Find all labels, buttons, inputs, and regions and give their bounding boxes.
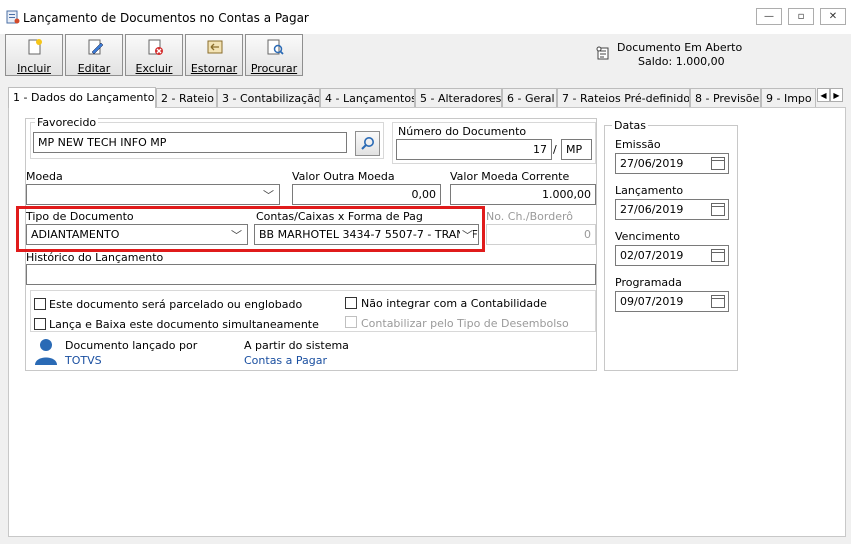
cheque-bordero-label: No. Ch./Borderô	[486, 210, 573, 223]
favorecido-search-button[interactable]	[355, 131, 380, 156]
excluir-label: Excluir	[135, 62, 173, 75]
tab-previsoes[interactable]: 8 - Previsões	[690, 88, 761, 107]
lancamento-value: 27/06/2019	[620, 203, 684, 216]
valor-outra-moeda-label: Valor Outra Moeda	[292, 170, 395, 183]
cheque-bordero-input[interactable]: 0	[486, 224, 596, 245]
reverse-icon	[207, 40, 223, 54]
numero-serie-input[interactable]: MP	[561, 139, 592, 160]
close-button[interactable]: ✕	[820, 8, 846, 25]
valor-moeda-corrente-input[interactable]: 1.000,00	[450, 184, 596, 205]
programada-label: Programada	[615, 276, 682, 289]
emissao-value: 27/06/2019	[620, 157, 684, 170]
lanca-baixa-label: Lança e Baixa este documento simultaneam…	[49, 318, 319, 331]
favorecido-label: Favorecido	[35, 116, 99, 129]
tab-scroll-left-button[interactable]: ◀	[817, 88, 830, 102]
user-icon	[35, 339, 57, 365]
editar-button[interactable]: Editar	[65, 34, 123, 76]
tab-scroll-right-button[interactable]: ▶	[830, 88, 843, 102]
favorecido-input[interactable]: MP NEW TECH INFO MP	[33, 132, 347, 153]
programada-value: 09/07/2019	[620, 295, 684, 308]
calendar-icon[interactable]	[711, 157, 725, 170]
lancamento-date-input[interactable]: 27/06/2019	[615, 199, 729, 220]
restore-button[interactable]: ▫	[788, 8, 814, 25]
emissao-date-input[interactable]: 27/06/2019	[615, 153, 729, 174]
minimize-icon: —	[764, 11, 774, 22]
procurar-label: Procurar	[250, 62, 298, 75]
tab-geral[interactable]: 6 - Geral	[502, 88, 557, 107]
datas-title: Datas	[612, 119, 648, 132]
estornar-label: Estornar	[190, 62, 238, 75]
calendar-icon[interactable]	[711, 203, 725, 216]
parcelado-checkbox[interactable]	[34, 298, 46, 310]
tab-impostos[interactable]: 9 - Impo	[761, 88, 816, 107]
numero-separator: /	[553, 143, 557, 156]
minimize-button[interactable]: —	[756, 8, 782, 25]
new-document-icon	[28, 39, 42, 55]
search-icon	[361, 137, 374, 150]
vencimento-value: 02/07/2019	[620, 249, 684, 262]
emissao-label: Emissão	[615, 138, 661, 151]
sistema-label: A partir do sistema	[244, 339, 349, 352]
lancamento-label: Lançamento	[615, 184, 684, 197]
tab-rateios-predefinidos[interactable]: 7 - Rateios Pré-definidos	[557, 88, 690, 107]
chevron-down-icon: ﹀	[263, 189, 274, 202]
tab-rateio[interactable]: 2 - Rateio	[156, 88, 217, 107]
arrow-right-icon: ▶	[833, 90, 840, 100]
nao-integrar-label: Não integrar com a Contabilidade	[361, 297, 547, 310]
restore-icon: ▫	[797, 11, 805, 22]
calendar-icon[interactable]	[711, 295, 725, 308]
document-balance: Saldo: 1.000,00	[638, 55, 725, 68]
app-icon	[6, 10, 20, 24]
programada-date-input[interactable]: 09/07/2019	[615, 291, 729, 312]
editar-label: Editar	[77, 62, 111, 75]
nao-integrar-checkbox[interactable]	[345, 297, 357, 309]
edit-icon	[88, 39, 104, 55]
contabilizar-checkbox[interactable]	[345, 316, 357, 328]
document-status: Documento Em Aberto	[617, 41, 743, 54]
historico-input[interactable]	[26, 264, 596, 285]
contabilizar-label: Contabilizar pelo Tipo de Desembolso	[361, 317, 569, 330]
valor-moeda-corrente-label: Valor Moeda Corrente	[450, 170, 570, 183]
incluir-label: Incluir	[17, 62, 51, 75]
estornar-button[interactable]: Estornar	[185, 34, 243, 76]
lancado-por-label: Documento lançado por	[65, 339, 198, 352]
arrow-left-icon: ◀	[820, 90, 827, 100]
historico-label: Histórico do Lançamento	[26, 251, 164, 264]
valor-outra-moeda-input[interactable]: 0,00	[292, 184, 441, 205]
numero-documento-input[interactable]: 17	[396, 139, 552, 160]
window-title: Lançamento de Documentos no Contas a Pag…	[23, 11, 309, 25]
close-icon: ✕	[828, 11, 838, 22]
document-status-icon	[596, 46, 609, 60]
lanca-baixa-checkbox[interactable]	[34, 318, 46, 330]
tab-alteradores[interactable]: 5 - Alteradores	[415, 88, 502, 107]
parcelado-label: Este documento será parcelado ou engloba…	[49, 298, 303, 311]
moeda-select[interactable]: ﹀	[26, 184, 280, 205]
sistema-value: Contas a Pagar	[244, 354, 328, 367]
vencimento-date-input[interactable]: 02/07/2019	[615, 245, 729, 266]
lancado-por-user: TOTVS	[65, 354, 102, 367]
tab-strip: 1 - Dados do Lançamento 2 - Rateio 3 - C…	[8, 87, 834, 108]
tab-lancamentos[interactable]: 4 - Lançamentos	[320, 88, 415, 107]
tab-contabilizacao[interactable]: 3 - Contabilização	[217, 88, 320, 107]
delete-icon	[148, 39, 163, 55]
tab-dados-lancamento[interactable]: 1 - Dados do Lançamento	[8, 87, 156, 108]
excluir-button[interactable]: Excluir	[125, 34, 183, 76]
moeda-label: Moeda	[26, 170, 63, 183]
procurar-button[interactable]: Procurar	[245, 34, 303, 76]
numero-documento-label: Número do Documento	[398, 125, 527, 138]
vencimento-label: Vencimento	[615, 230, 681, 243]
calendar-icon[interactable]	[711, 249, 725, 262]
incluir-button[interactable]: Incluir	[5, 34, 63, 76]
search-document-icon	[267, 39, 284, 55]
highlight-box	[16, 206, 485, 252]
